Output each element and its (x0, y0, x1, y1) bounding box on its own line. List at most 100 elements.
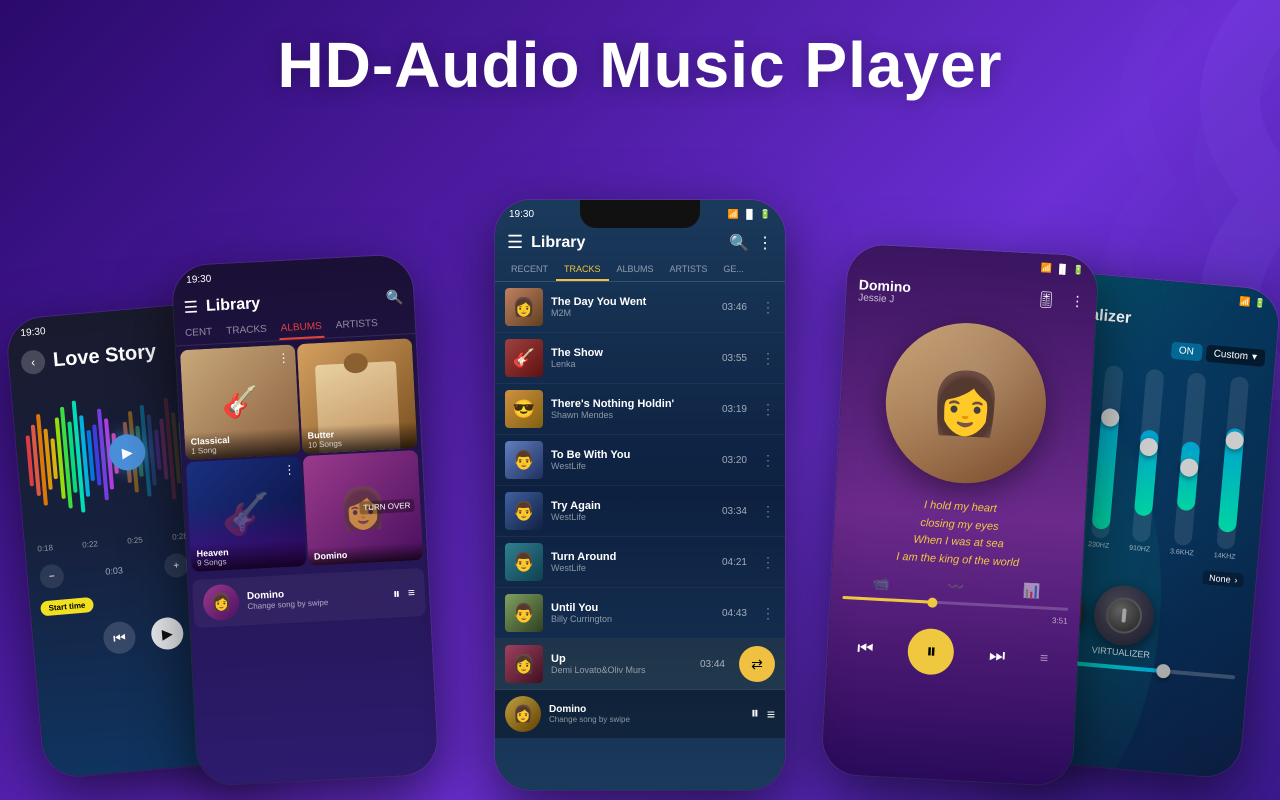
phone-library-albums: 19:30 ☰ Library 🔍 CENT TRACKS ALBUMS ART… (172, 254, 439, 786)
start-time-button[interactable]: Start time (40, 597, 94, 617)
play-btn[interactable]: ▶ (150, 616, 185, 651)
ph3-list-btn[interactable]: ≡ (767, 706, 775, 722)
eq-band-36khz: 3.6KHZ (1170, 372, 1210, 557)
tab-ge[interactable]: GE... (715, 259, 752, 281)
battery-ph4: 🔋 (1072, 264, 1084, 276)
preset-on-label[interactable]: ON (1170, 342, 1202, 362)
prev-btn-ph4[interactable]: ⏮ (857, 638, 874, 660)
track-more-3[interactable]: ⋮ (761, 401, 775, 418)
track-item-1[interactable]: 👩 The Day You Went M2M 03:46 ⋮ (495, 282, 785, 333)
wifi-icon: 📶 (728, 209, 739, 220)
signal-icon: ▐▌ (743, 209, 756, 219)
track-more-4[interactable]: ⋮ (761, 452, 775, 469)
eq-band-230hz: 230HZ (1088, 365, 1125, 550)
tab-artists[interactable]: ARTISTS (333, 314, 380, 337)
eq-slider-14khz[interactable] (1216, 376, 1249, 550)
tab-albums[interactable]: ALBUMS (609, 259, 662, 281)
album-butter[interactable]: Butter 10 Songs (297, 338, 418, 454)
plus-btn[interactable]: + (163, 552, 189, 578)
eq-band-14khz: 14KHZ (1213, 376, 1251, 561)
phone3-tabs: RECENT TRACKS ALBUMS ARTISTS GE... (495, 259, 785, 282)
more-icon-ph4[interactable]: ⋮ (1070, 292, 1085, 310)
eq-band-910hz: 910HZ (1129, 368, 1166, 553)
track-item-7[interactable]: 👨 Until You Billy Currington 04:43 ⋮ (495, 588, 785, 639)
track-artist-1: M2M (551, 308, 714, 318)
eq-slider-36khz[interactable] (1174, 372, 1207, 546)
track-more-6[interactable]: ⋮ (761, 554, 775, 571)
waveform-icon-ph4[interactable]: 〰️ (947, 579, 965, 597)
next-btn-ph4[interactable]: ⏭ (988, 645, 1005, 667)
tab-artists[interactable]: ARTISTS (662, 259, 716, 281)
prev-btn[interactable]: ⏮ (102, 620, 137, 655)
tab-recent[interactable]: RECENT (503, 259, 556, 281)
virtualizer-knob[interactable] (1092, 583, 1157, 648)
ph3-bottom-title: Domino (549, 704, 743, 715)
track-item-5[interactable]: 👨 Try Again WestLife 03:34 ⋮ (495, 486, 785, 537)
more-icon[interactable]: ⋮ (277, 351, 290, 366)
phone1-song-title: Love Story (52, 340, 157, 371)
eq-slider-230hz[interactable] (1090, 365, 1123, 539)
preset-dropdown[interactable]: Custom ▾ (1205, 345, 1266, 367)
bottom-art-ph3: 👩 (505, 696, 541, 732)
tab-tracks[interactable]: TRACKS (556, 259, 609, 281)
album-grid: 🎸 Classical 1 Song ⋮ (176, 334, 428, 576)
tab-cent[interactable]: CENT (183, 323, 215, 346)
track-item-2[interactable]: 🎸 The Show Lenka 03:55 ⋮ (495, 333, 785, 384)
hamburger-icon[interactable]: ☰ (183, 297, 198, 318)
wifi-ph4: 📶 (1041, 262, 1053, 274)
tab-tracks[interactable]: TRACKS (224, 320, 270, 343)
queue-icon-ph4[interactable]: ≡ (1040, 650, 1049, 666)
track-item-4[interactable]: 👨 To Be With You WestLife 03:20 ⋮ (495, 435, 785, 486)
minus-btn[interactable]: − (39, 563, 65, 589)
track-title-1: The Day You Went (551, 296, 714, 308)
phone-tracks-center: 19:30 📶 ▐▌ 🔋 ☰ Library 🔍 ⋮ RECENT TRACKS… (495, 200, 785, 790)
list-icon-ph2[interactable]: ≡ (408, 585, 416, 599)
phone3-bottom-bar: 👩 Domino Change song by swipe ⏸ ≡ (495, 690, 785, 738)
tab-albums[interactable]: ALBUMS (278, 317, 324, 340)
album-domino[interactable]: 👩 Domino TURN OVER (303, 450, 424, 566)
album-name-domino: Domino (314, 546, 417, 561)
bars-icon-ph4[interactable]: 📊 (1022, 583, 1040, 601)
more-icon-heaven[interactable]: ⋮ (283, 462, 296, 477)
notch (580, 200, 700, 228)
ph3-pause-btn[interactable]: ⏸ (751, 705, 759, 723)
track-item-3[interactable]: 😎 There's Nothing Holdin' Shawn Mendes 0… (495, 384, 785, 435)
tracks-list: 👩 The Day You Went M2M 03:46 ⋮ 🎸 The Sho… (495, 282, 785, 690)
phone4-lyrics: I hold my heart closing my eyes When I w… (832, 484, 1086, 583)
signal-ph4: ▐▌ (1056, 264, 1069, 275)
more-icon-ph3[interactable]: ⋮ (757, 233, 773, 253)
eq-slider-910hz[interactable] (1131, 369, 1164, 543)
phone3-title: Library (531, 234, 721, 252)
phone2-bottom-song: 👩 Domino Change song by swipe ⏸ ≡ (192, 568, 426, 628)
shuffle-btn[interactable]: ⇄ (739, 646, 775, 682)
pause-icon[interactable]: ⏸ (393, 585, 401, 602)
hamburger-icon-ph3[interactable]: ☰ (507, 232, 523, 253)
search-icon-ph3[interactable]: 🔍 (729, 233, 749, 253)
phone2-title: Library (206, 289, 379, 316)
virtualizer-label: VIRTUALIZER (1090, 645, 1151, 660)
track-more-2[interactable]: ⋮ (761, 350, 775, 367)
battery-ph5: 🔋 (1254, 297, 1266, 309)
phones-container: 19:30 ‹ Love Story (0, 140, 1280, 800)
chevron-reverb: › (1234, 575, 1238, 585)
reverb-selector[interactable]: None › (1203, 570, 1245, 587)
chevron-icon: ▾ (1252, 352, 1258, 363)
time-code: 0:03 (105, 565, 123, 576)
video-icon-ph4[interactable]: 📹 (872, 575, 890, 593)
album-heaven[interactable]: 🎸 Heaven 9 Songs ⋮ (186, 456, 307, 572)
pause-btn-ph4[interactable]: ⏸ (907, 628, 955, 676)
track-more-1[interactable]: ⋮ (761, 299, 775, 316)
phone-now-playing: 📶 ▐▌ 🔋 Domino Jessie J 🎚 ⋮ 👩 (821, 244, 1098, 786)
track-item-8[interactable]: 👩 Up Demi Lovato&Oliv Murs 03:44 ⇄ (495, 639, 785, 690)
album-classical[interactable]: 🎸 Classical 1 Song ⋮ (180, 344, 301, 460)
ph3-bottom-sub: Change song by swipe (549, 715, 743, 724)
back-button[interactable]: ‹ (20, 349, 46, 375)
track-item-6[interactable]: 👨 Turn Around WestLife 04:21 ⋮ (495, 537, 785, 588)
wifi-ph5: 📶 (1239, 296, 1251, 308)
battery-icon: 🔋 (760, 209, 771, 220)
phone4-controls: ⏮ ⏸ ⏭ ≡ (826, 616, 1079, 691)
eq-icon-ph4[interactable]: 🎚 (1036, 289, 1057, 310)
track-more-7[interactable]: ⋮ (761, 605, 775, 622)
phone2-search-icon[interactable]: 🔍 (386, 288, 404, 306)
track-more-5[interactable]: ⋮ (761, 503, 775, 520)
